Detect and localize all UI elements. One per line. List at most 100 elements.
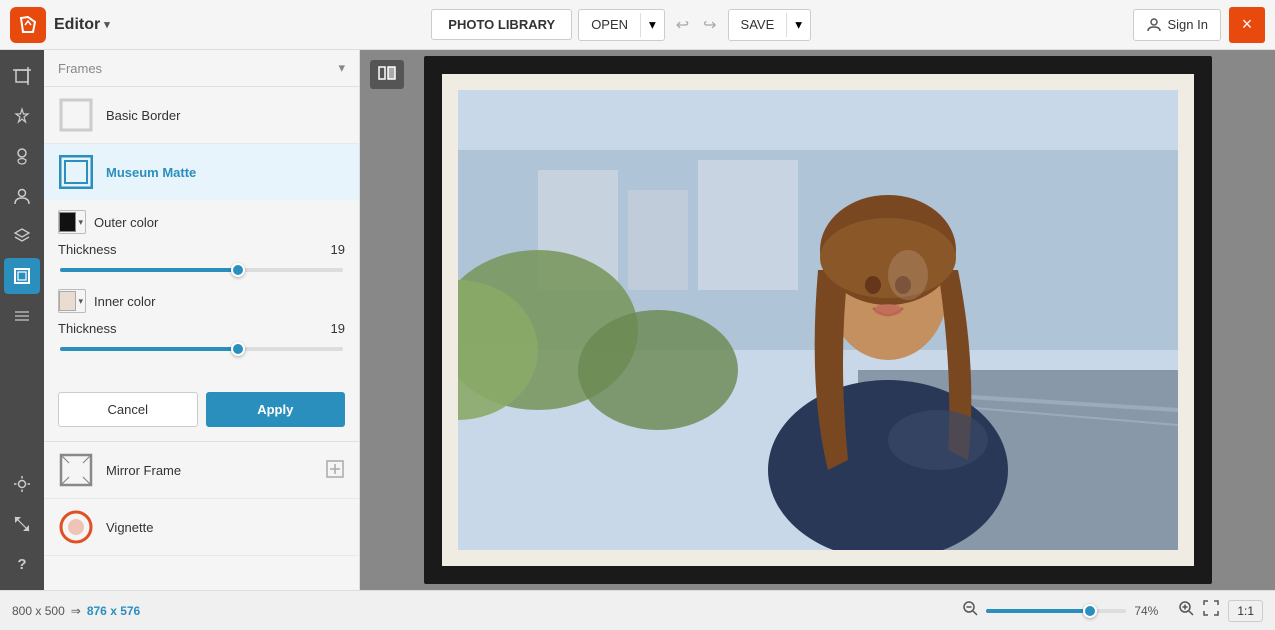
save-dropdown-button[interactable]: ▾	[787, 10, 810, 40]
vignette-item[interactable]: Vignette	[44, 499, 359, 556]
outer-color-dropdown-icon: ▾	[76, 217, 85, 228]
inner-slider-thumb[interactable]	[231, 342, 245, 356]
mirror-frame-label: Mirror Frame	[106, 463, 181, 478]
photo-image	[458, 90, 1178, 550]
light-icon	[13, 475, 31, 493]
canvas-toolbar	[370, 60, 404, 89]
frames-chevron-icon: ▾	[338, 60, 345, 76]
sidebar-item-retouch[interactable]	[4, 138, 40, 174]
outer-color-row: ▾ Outer color	[58, 210, 345, 234]
outer-thickness-row: Thickness 19	[58, 242, 345, 257]
outer-thickness-slider-container	[58, 263, 345, 277]
zoom-out-icon	[962, 600, 978, 616]
basic-border-item[interactable]: Basic Border	[44, 87, 359, 144]
inner-slider-fill	[60, 347, 238, 351]
editor-title[interactable]: Editor ▾	[54, 16, 110, 34]
mirror-frame-item[interactable]: Mirror Frame	[44, 442, 359, 499]
left-panel: Frames ▾ Basic Border Museum Mat	[44, 50, 360, 590]
canvas-area	[360, 50, 1275, 590]
mirror-frame-icon	[58, 452, 94, 488]
sidebar-item-texture[interactable]	[4, 298, 40, 334]
split-view-icon	[378, 66, 396, 80]
inner-thickness-row: Thickness 19	[58, 321, 345, 336]
cancel-button[interactable]: Cancel	[58, 392, 198, 427]
inner-color-preview	[59, 291, 76, 311]
layers-icon	[13, 227, 31, 245]
cancel-apply-row: Cancel Apply	[44, 382, 359, 441]
sidebar-item-frames[interactable]	[4, 258, 40, 294]
top-bar: Editor ▾ PHOTO LIBRARY OPEN ▾ ↩ ↪ SAVE ▾…	[0, 0, 1275, 50]
zoom-in-button[interactable]	[1178, 600, 1194, 621]
enhance-icon	[13, 107, 31, 125]
top-bar-right: Sign In ×	[1133, 7, 1265, 43]
close-button[interactable]: ×	[1229, 7, 1265, 43]
inner-thickness-slider-container	[58, 342, 345, 356]
zoom-in-icon	[1178, 600, 1194, 616]
aspect-ratio-button[interactable]: 1:1	[1228, 600, 1263, 622]
undo-button[interactable]: ↩	[671, 10, 694, 40]
editor-chevron-icon: ▾	[104, 18, 110, 31]
sidebar-item-light[interactable]	[4, 466, 40, 502]
vignette-label: Vignette	[106, 520, 153, 535]
inner-color-dropdown-icon: ▾	[76, 296, 85, 307]
museum-matte-header[interactable]: Museum Matte	[44, 144, 359, 200]
user-icon	[1146, 17, 1162, 33]
retouch-icon	[13, 147, 31, 165]
zoom-out-button[interactable]	[962, 600, 978, 621]
portrait-icon	[13, 187, 31, 205]
fullscreen-button[interactable]	[1202, 599, 1220, 622]
inner-thickness-value: 19	[331, 321, 345, 336]
zoom-controls: 74% 1:1	[962, 599, 1263, 622]
new-dimensions: 876 x 576	[87, 604, 140, 618]
dimensions-arrow-icon: ⇒	[71, 604, 81, 618]
vignette-icon	[58, 509, 94, 545]
resize-icon	[13, 515, 31, 533]
logo-button[interactable]	[10, 7, 46, 43]
apply-button[interactable]: Apply	[206, 392, 346, 427]
icon-sidebar: ?	[0, 50, 44, 590]
sign-in-button[interactable]: Sign In	[1133, 9, 1221, 41]
fullscreen-icon	[1202, 599, 1220, 617]
zoom-percentage: 74%	[1134, 604, 1170, 618]
texture-icon	[13, 307, 31, 325]
museum-matte-section: Museum Matte ▾ Outer color Thickness 19	[44, 144, 359, 442]
museum-matte-label: Museum Matte	[106, 165, 196, 180]
outer-slider-thumb[interactable]	[231, 263, 245, 277]
zoom-fill	[986, 609, 1090, 613]
photo-library-button[interactable]: PHOTO LIBRARY	[431, 9, 572, 40]
sidebar-item-help[interactable]: ?	[4, 546, 40, 582]
outer-color-label: Outer color	[94, 215, 158, 230]
outer-slider-track	[60, 268, 343, 272]
outer-thickness-value: 19	[331, 242, 345, 257]
basic-border-icon	[58, 97, 94, 133]
museum-matte-controls: ▾ Outer color Thickness 19	[44, 200, 359, 382]
inner-color-row: ▾ Inner color	[58, 289, 345, 313]
outer-color-swatch[interactable]: ▾	[58, 210, 86, 234]
outer-color-preview	[59, 212, 76, 232]
inner-matte	[442, 74, 1194, 566]
redo-button[interactable]: ↪	[698, 10, 721, 40]
sidebar-item-crop[interactable]	[4, 58, 40, 94]
bottom-bar: 800 x 500 ⇒ 876 x 576 74%	[0, 590, 1275, 630]
frames-section-header: Frames ▾	[44, 50, 359, 87]
zoom-thumb[interactable]	[1083, 604, 1097, 618]
inner-slider-track	[60, 347, 343, 351]
sidebar-item-portrait[interactable]	[4, 178, 40, 214]
open-button[interactable]: OPEN	[579, 10, 640, 39]
main-area: ? Frames ▾ Basic Border	[0, 50, 1275, 590]
outer-slider-fill	[60, 268, 238, 272]
sidebar-item-enhance[interactable]	[4, 98, 40, 134]
zoom-slider-container	[986, 603, 1126, 619]
sidebar-item-resize[interactable]	[4, 506, 40, 542]
frames-icon	[13, 267, 31, 285]
mirror-frame-add-icon[interactable]	[325, 459, 345, 482]
top-bar-center: PHOTO LIBRARY OPEN ▾ ↩ ↪ SAVE ▾	[431, 9, 811, 41]
sidebar-item-layers[interactable]	[4, 218, 40, 254]
save-button[interactable]: SAVE	[729, 10, 787, 39]
inner-color-label: Inner color	[94, 294, 155, 309]
canvas-tool-split-button[interactable]	[370, 60, 404, 89]
orig-dimensions: 800 x 500	[12, 604, 65, 618]
inner-color-swatch[interactable]: ▾	[58, 289, 86, 313]
open-dropdown-button[interactable]: ▾	[641, 10, 664, 40]
basic-border-label: Basic Border	[106, 108, 180, 123]
